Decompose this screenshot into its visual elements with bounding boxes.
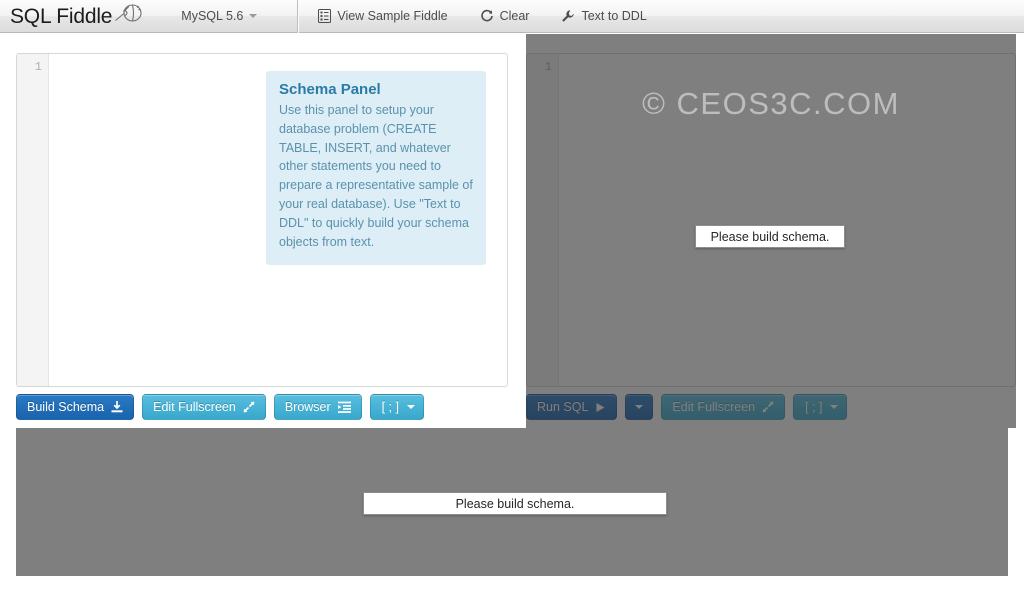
chevron-down-icon — [407, 405, 416, 409]
schema-editor[interactable]: 1 Schema Panel Use this panel to setup y… — [16, 53, 508, 387]
schema-line-number: 1 — [34, 60, 42, 74]
wrench-icon — [561, 9, 575, 23]
top-toolbar: SQL Fiddle MySQL 5.6 View Sample Fiddle … — [0, 0, 1024, 33]
query-editor-gutter: 1 — [527, 54, 559, 386]
schema-callout-body: Use this panel to setup your database pr… — [279, 103, 473, 249]
schema-delimiter-label: [ ; ] — [381, 400, 400, 414]
edit-fullscreen-button-schema[interactable]: Edit Fullscreen — [142, 394, 266, 420]
query-delimiter-label: [ ; ] — [805, 400, 823, 414]
run-sql-label: Run SQL — [537, 400, 589, 414]
play-icon — [595, 402, 606, 413]
expand-arrows-icon — [243, 401, 255, 413]
chevron-down-icon — [635, 405, 644, 409]
schema-button-bar: Build Schema Edit Fullscreen Browser [;… — [16, 394, 425, 420]
clear-button[interactable]: Clear — [464, 0, 546, 33]
schema-editor-gutter: 1 — [17, 54, 49, 386]
schema-panel-callout: Schema Panel Use this panel to setup you… — [266, 71, 486, 266]
view-sample-fiddle-button[interactable]: View Sample Fiddle — [298, 0, 463, 33]
expand-arrows-icon — [762, 401, 774, 413]
build-schema-button[interactable]: Build Schema — [16, 394, 135, 420]
query-delimiter-dropdown[interactable]: [ ; ] — [793, 394, 848, 420]
database-selector-label: MySQL 5.6 — [181, 9, 244, 23]
document-list-icon — [318, 9, 332, 23]
browser-label: Browser — [284, 400, 331, 414]
query-button-bar: Run SQL Edit Fullscreen [;] — [526, 394, 848, 420]
view-sample-fiddle-label: View Sample Fiddle — [337, 9, 448, 23]
run-sql-button[interactable]: Run SQL — [526, 394, 618, 420]
indent-icon — [337, 401, 351, 413]
fiddle-violin-icon — [113, 2, 143, 31]
chevron-down-icon — [249, 14, 258, 18]
query-editor[interactable]: 1 — [526, 53, 1016, 387]
database-selector[interactable]: MySQL 5.6 — [165, 0, 273, 33]
refresh-icon — [480, 9, 494, 23]
run-sql-dropdown[interactable] — [625, 394, 654, 420]
edit-fullscreen-button-query[interactable]: Edit Fullscreen — [661, 394, 786, 420]
schema-callout-title: Schema Panel — [279, 81, 381, 98]
query-code-area[interactable] — [560, 54, 1015, 386]
download-icon — [111, 401, 123, 413]
app-title: SQL Fiddle — [10, 4, 113, 28]
edit-fullscreen-label-query: Edit Fullscreen — [672, 400, 756, 414]
query-line-number: 1 — [544, 60, 552, 74]
app-logo[interactable]: SQL Fiddle — [0, 0, 143, 33]
edit-fullscreen-label-schema: Edit Fullscreen — [153, 400, 236, 414]
chevron-down-icon — [830, 405, 839, 409]
clear-label: Clear — [499, 9, 530, 23]
results-panel-message: Please build schema. — [363, 492, 667, 515]
query-panel-message: Please build schema. — [695, 225, 845, 248]
schema-delimiter-dropdown[interactable]: [ ; ] — [369, 394, 425, 420]
build-schema-label: Build Schema — [27, 400, 105, 414]
results-panel — [16, 462, 1008, 610]
browser-button[interactable]: Browser — [273, 394, 362, 420]
text-to-ddl-label: Text to DDL — [581, 9, 647, 23]
text-to-ddl-button[interactable]: Text to DDL — [545, 0, 662, 33]
